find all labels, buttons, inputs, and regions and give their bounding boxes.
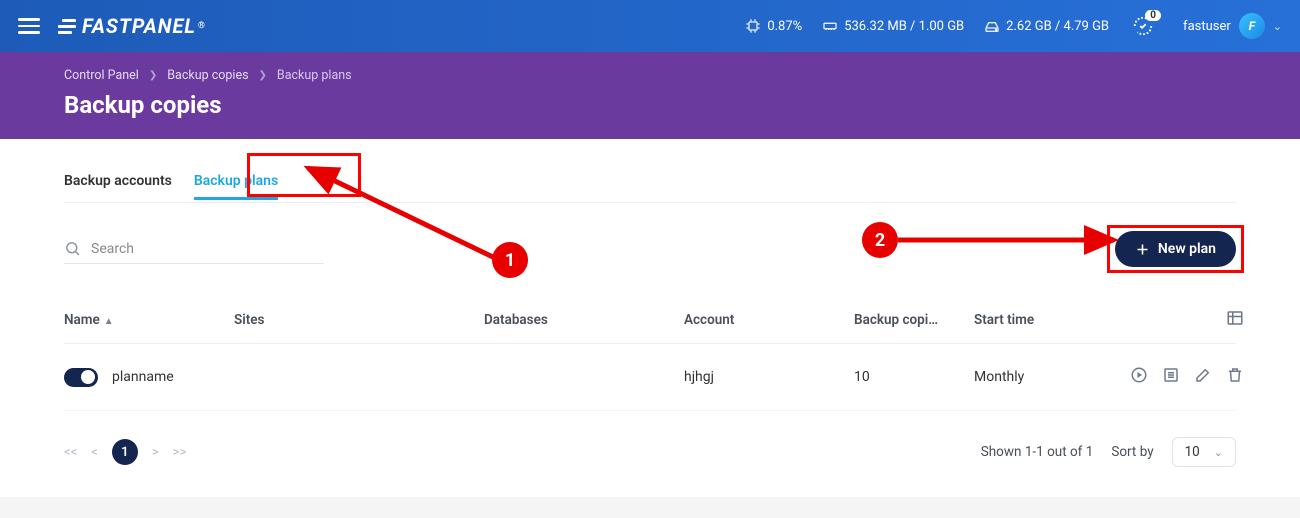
plans-table: Name▲ Sites Databases Account Backup cop… [64, 297, 1236, 411]
per-page-select[interactable]: 10 ⌄ [1172, 437, 1236, 467]
chevron-down-icon: ⌄ [1214, 446, 1223, 459]
columns-icon [1226, 309, 1244, 327]
page-last[interactable]: >> [173, 445, 187, 460]
ram-icon [822, 18, 838, 34]
page-prev[interactable]: < [91, 445, 98, 460]
disk-stat[interactable]: 2.62 GB / 4.79 GB [984, 18, 1109, 34]
username-label: fastuser [1183, 19, 1231, 34]
search-icon [64, 240, 81, 257]
page-current[interactable]: 1 [112, 439, 138, 465]
pagination: << < 1 > >> [64, 439, 186, 465]
content-area: Backup accounts Backup plans New plan Na… [0, 139, 1300, 497]
ram-stat[interactable]: 536.32 MB / 1.00 GB [822, 18, 964, 34]
cpu-stat[interactable]: 0.87% [745, 18, 802, 34]
search-field[interactable] [64, 234, 324, 264]
brand-text: FASTPANEL [82, 14, 196, 38]
page-next[interactable]: > [152, 445, 159, 460]
table-row: planname hjhgj 10 Monthly [64, 344, 1236, 411]
logo-bars-icon [58, 19, 76, 34]
breadcrumb: Control Panel ❯ Backup copies ❯ Backup p… [64, 68, 1236, 83]
cell-account: hjhgj [684, 369, 854, 385]
top-bar: FASTPANEL® 0.87% 536.32 MB / 1.00 GB 2.6… [0, 0, 1300, 52]
tab-backup-accounts[interactable]: Backup accounts [64, 163, 172, 199]
notifications-button[interactable]: 0 [1129, 12, 1157, 40]
sort-asc-icon: ▲ [104, 316, 114, 327]
disk-icon [984, 18, 1000, 34]
table-footer: << < 1 > >> Shown 1-1 out of 1 Sort by 1… [64, 437, 1236, 467]
cpu-icon [745, 18, 761, 34]
notif-badge: 0 [1145, 10, 1161, 21]
page-header: Control Panel ❯ Backup copies ❯ Backup p… [0, 52, 1300, 139]
user-menu[interactable]: fastuser F ⌄ [1183, 13, 1282, 39]
plan-name: planname [112, 369, 174, 385]
page-first[interactable]: << [64, 445, 77, 460]
col-copies[interactable]: Backup copi… [854, 312, 974, 328]
page-title: Backup copies [64, 91, 1236, 119]
shown-label: Shown 1-1 out of 1 [981, 444, 1094, 460]
top-stats: 0.87% 536.32 MB / 1.00 GB 2.62 GB / 4.79… [745, 12, 1282, 40]
annotation-badge-1: 1 [492, 242, 528, 278]
col-sites[interactable]: Sites [234, 312, 484, 328]
sortby-label: Sort by [1111, 444, 1153, 460]
menu-hamburger-icon[interactable] [18, 14, 40, 38]
col-databases[interactable]: Databases [484, 312, 684, 328]
delete-icon[interactable] [1226, 366, 1244, 388]
ram-value: 536.32 MB / 1.00 GB [844, 19, 964, 34]
chevron-right-icon: ❯ [149, 70, 157, 81]
cpu-value: 0.87% [767, 19, 802, 34]
avatar: F [1239, 13, 1265, 39]
chevron-down-icon: ⌄ [1273, 20, 1282, 33]
cell-start: Monthly [974, 369, 1134, 385]
col-account[interactable]: Account [684, 312, 854, 328]
col-layout-toggle[interactable] [1134, 309, 1244, 331]
tabs: Backup accounts Backup plans [64, 159, 1236, 203]
tab-backup-plans[interactable]: Backup plans [194, 163, 278, 199]
new-plan-label: New plan [1158, 241, 1216, 257]
chevron-right-icon: ❯ [259, 70, 267, 81]
list-icon[interactable] [1162, 366, 1180, 388]
search-input[interactable] [91, 241, 324, 257]
annotation-badge-2: 2 [862, 222, 898, 258]
cell-copies: 10 [854, 369, 974, 385]
run-icon[interactable] [1130, 366, 1148, 388]
table-header: Name▲ Sites Databases Account Backup cop… [64, 297, 1236, 344]
disk-value: 2.62 GB / 4.79 GB [1006, 19, 1109, 34]
breadcrumb-backup-plans: Backup plans [277, 68, 352, 83]
plan-enabled-toggle[interactable] [64, 368, 98, 387]
new-plan-button[interactable]: New plan [1115, 231, 1236, 267]
per-page-value: 10 [1185, 444, 1200, 460]
edit-icon[interactable] [1194, 366, 1212, 388]
breadcrumb-backup-copies[interactable]: Backup copies [167, 68, 248, 83]
plus-icon [1135, 242, 1150, 257]
col-name[interactable]: Name▲ [64, 312, 234, 328]
row-actions [1134, 366, 1244, 388]
breadcrumb-control-panel[interactable]: Control Panel [64, 68, 139, 83]
brand-logo[interactable]: FASTPANEL® [58, 14, 206, 38]
col-start[interactable]: Start time [974, 312, 1134, 328]
